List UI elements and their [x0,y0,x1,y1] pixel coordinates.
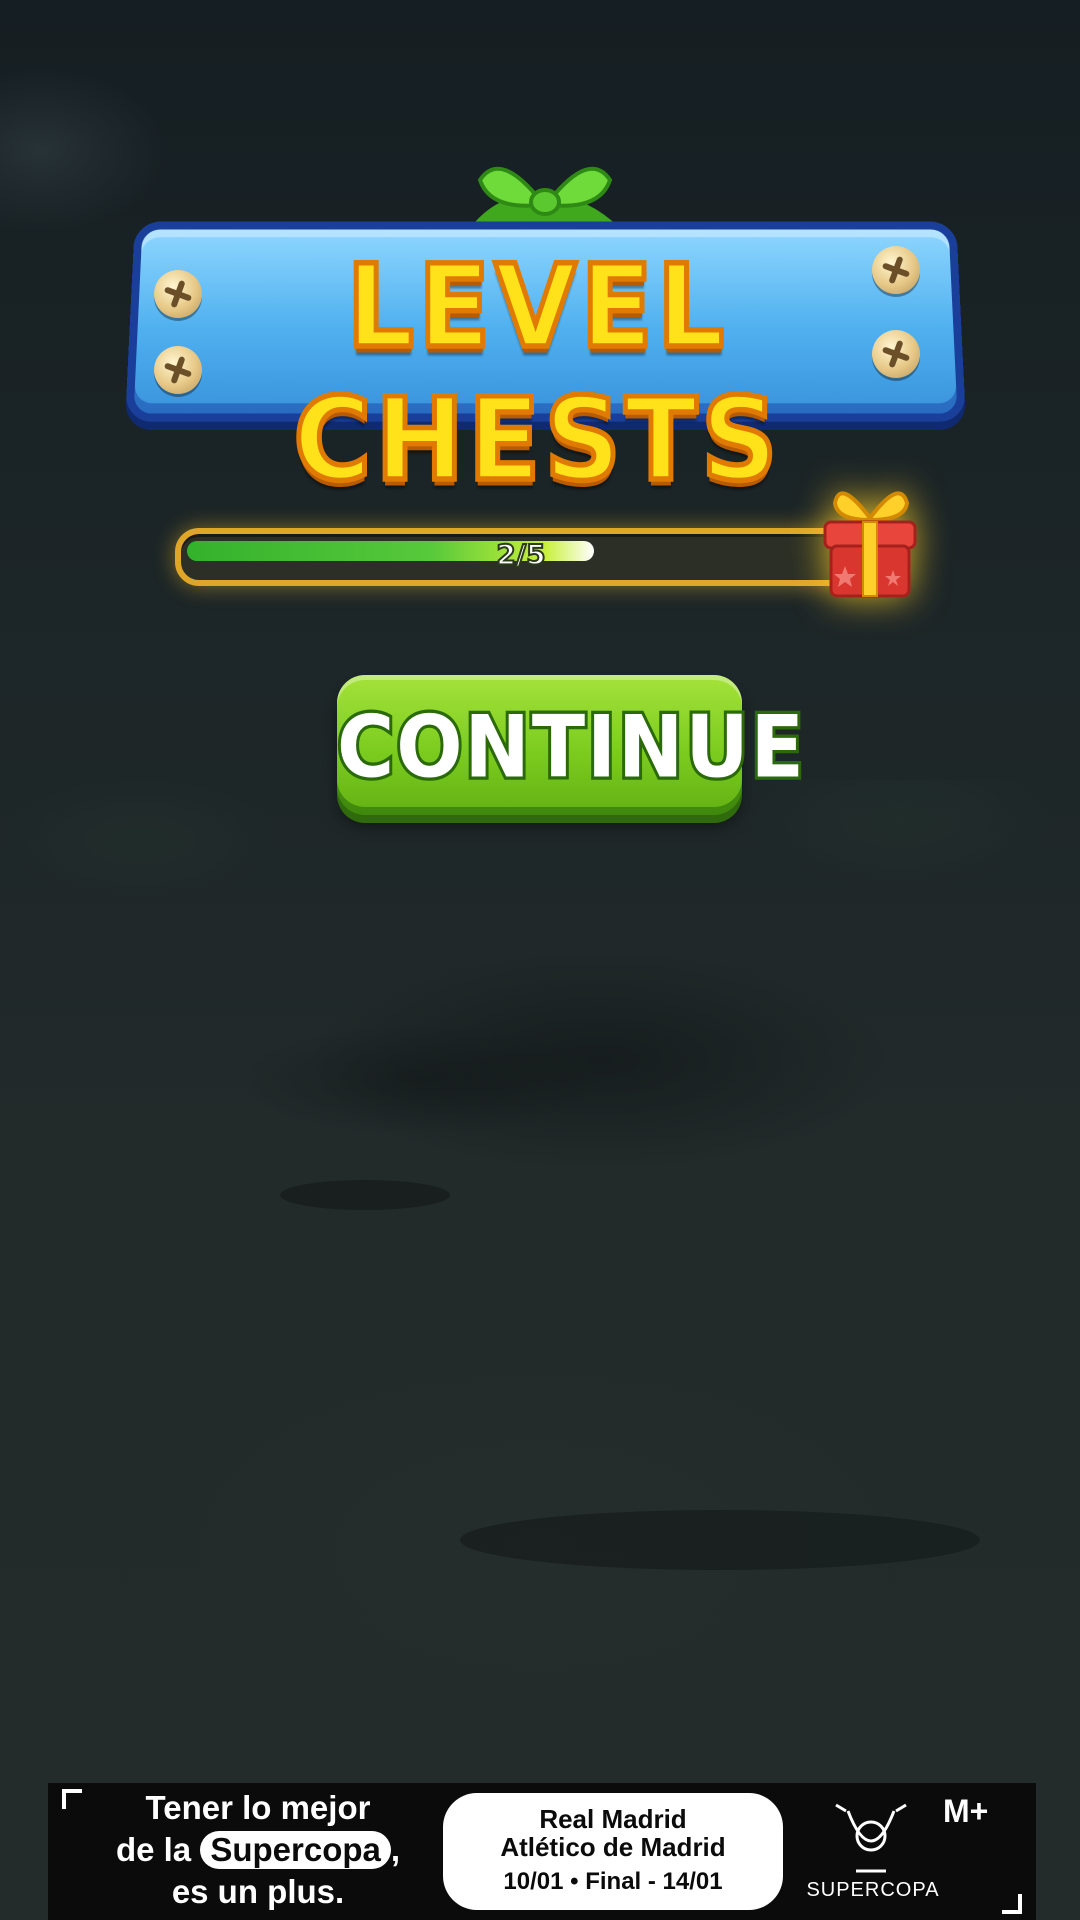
ad-slogan-prefix: de la [116,1831,200,1868]
trophy-icon [826,1801,916,1881]
title-banner: LEVEL CHESTS [130,150,945,430]
ad-match-card: Real Madrid Atlético de Madrid 10/01 • F… [443,1793,783,1910]
ad-team-1: Real Madrid [443,1805,783,1833]
page-title: LEVEL CHESTS [130,240,945,506]
progress-label: 2/5 [181,538,861,571]
continue-button-label: CONTINUE [337,699,742,798]
continue-button[interactable]: CONTINUE [337,675,742,815]
ad-highlight-pill: Supercopa [200,1831,391,1869]
ad-slogan-line3: es un plus. [78,1871,438,1913]
background-rock [280,1180,450,1210]
gift-box-icon[interactable] [815,478,925,603]
ad-slogan-line1: Tener lo mejor [78,1787,438,1829]
ad-slogan: Tener lo mejor de la Supercopa, es un pl… [78,1787,438,1913]
ad-logo: M+ [943,1793,988,1830]
ribbon-bow-icon [460,150,630,230]
ad-corner-mark [1002,1894,1022,1914]
ad-banner[interactable]: Tener lo mejor de la Supercopa, es un pl… [48,1783,1036,1920]
ad-slogan-line2: de la Supercopa, [78,1829,438,1871]
background-rock [460,1510,980,1570]
ad-dates: 10/01 • Final - 14/01 [443,1865,783,1899]
ad-brand: SUPERCOPA [788,1879,958,1902]
ad-team-2: Atlético de Madrid [443,1833,783,1861]
level-progress-bar: 2/5 [175,528,867,586]
ad-slogan-suffix: , [391,1831,400,1868]
